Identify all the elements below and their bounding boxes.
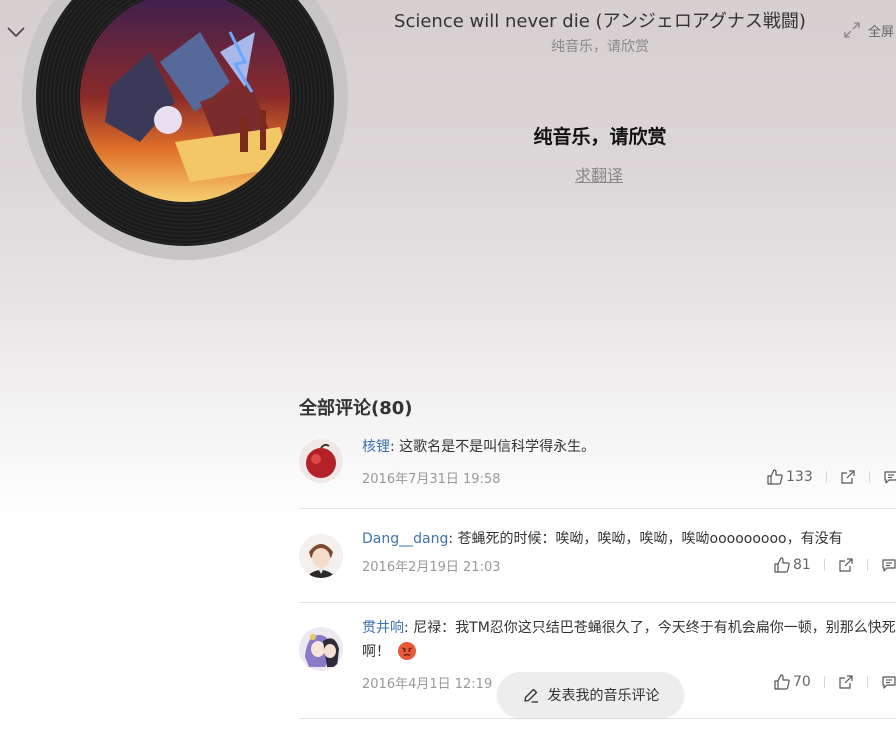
- thumbs-up-icon: [774, 674, 790, 690]
- comment-time: 2016年7月31日 19:58: [362, 472, 501, 487]
- post-comment-label: 发表我的音乐评论: [547, 688, 660, 704]
- divider: [866, 559, 868, 571]
- comment-separator: :: [448, 531, 458, 547]
- like-button[interactable]: 70: [773, 673, 811, 691]
- post-comment-button[interactable]: 发表我的音乐评论: [497, 672, 684, 718]
- fullscreen-label: 全屏: [868, 24, 895, 40]
- like-count: 81: [793, 557, 811, 573]
- comment-body: 尼禄：我TM忍你这只结巴苍蝇很久了，今天终于有机会扁你一顿，别那么快死啊！: [362, 620, 896, 660]
- comment-body: 苍蝇死的时候：唉呦，唉呦，唉呦，唉呦ooooooooo，有没有: [457, 531, 843, 547]
- share-icon: [839, 558, 853, 572]
- comment-icon: [884, 471, 896, 484]
- request-translation-link[interactable]: 求翻译: [560, 162, 638, 186]
- like-button[interactable]: 81: [773, 556, 811, 574]
- share-button[interactable]: [840, 469, 856, 485]
- comment-actions: 70: [773, 672, 896, 692]
- divider: [868, 471, 870, 483]
- song-subtitle: 纯音乐，请欣赏: [551, 39, 649, 55]
- avatar[interactable]: [299, 439, 343, 483]
- like-count: 133: [786, 469, 813, 485]
- divider: [825, 471, 827, 483]
- thumbs-up-icon: [767, 469, 783, 485]
- chevron-down-icon: [7, 27, 25, 38]
- pencil-icon: [523, 688, 538, 703]
- current-lyric-line: 纯音乐，请欣赏: [533, 126, 667, 148]
- divider: [823, 559, 825, 571]
- angry-face-icon: [398, 642, 416, 660]
- divider: [866, 676, 868, 688]
- song-title: Science will never die (アンジェロアグナス戦闘): [394, 11, 806, 32]
- comment-item: 核锂: 这歌名是不是叫信科学得永生。 2016年7月31日 19:58 133: [299, 394, 896, 509]
- comment-item: Dang__dang: 苍蝇死的时候：唉呦，唉呦，唉呦，唉呦ooooooooo，…: [299, 509, 896, 603]
- comment-actions: 133: [766, 467, 896, 487]
- comment-icon: [882, 559, 896, 572]
- fullscreen-icon: [844, 22, 860, 38]
- share-button[interactable]: [838, 557, 854, 573]
- collapse-button[interactable]: [4, 20, 28, 44]
- avatar[interactable]: [299, 534, 343, 578]
- comment-separator: :: [390, 439, 400, 455]
- comment-text: Dang__dang: 苍蝇死的时候：唉呦，唉呦，唉呦，唉呦ooooooooo，…: [362, 527, 896, 551]
- comment-actions: 81: [773, 555, 896, 575]
- comment-body: 这歌名是不是叫信科学得永生。: [399, 439, 596, 455]
- comment-username[interactable]: 贯井响: [362, 620, 404, 636]
- divider: [823, 676, 825, 688]
- album-disc: [22, 0, 348, 260]
- comment-time: 2016年2月19日 21:03: [362, 560, 501, 575]
- comment-text: 核锂: 这歌名是不是叫信科学得永生。: [362, 435, 896, 459]
- comment-separator: :: [404, 620, 414, 636]
- share-button[interactable]: [838, 674, 854, 690]
- like-count: 70: [793, 674, 811, 690]
- like-button[interactable]: 133: [766, 468, 813, 486]
- comment-text: 贯井响: 尼禄：我TM忍你这只结巴苍蝇很久了，今天终于有机会扁你一顿，别那么快死…: [362, 616, 896, 664]
- reply-button[interactable]: [881, 557, 896, 573]
- album-cover-art: [80, 0, 290, 202]
- comment-time: 2016年4月1日 12:19: [362, 677, 493, 692]
- share-icon: [839, 675, 853, 689]
- reply-button[interactable]: [881, 674, 896, 690]
- reply-button[interactable]: [883, 469, 896, 485]
- comment-icon: [882, 676, 896, 689]
- avatar[interactable]: [299, 627, 343, 671]
- comment-username[interactable]: Dang__dang: [362, 531, 448, 547]
- comment-username[interactable]: 核锂: [362, 439, 390, 455]
- comments-section: 全部评论(80) 核锂: 这歌名是不是叫信科学得永生。 2016年7月31日 1…: [299, 394, 896, 719]
- fullscreen-button[interactable]: 全屏: [842, 19, 896, 41]
- vinyl-record: [36, 0, 334, 246]
- thumbs-up-icon: [774, 557, 790, 573]
- share-icon: [841, 470, 855, 484]
